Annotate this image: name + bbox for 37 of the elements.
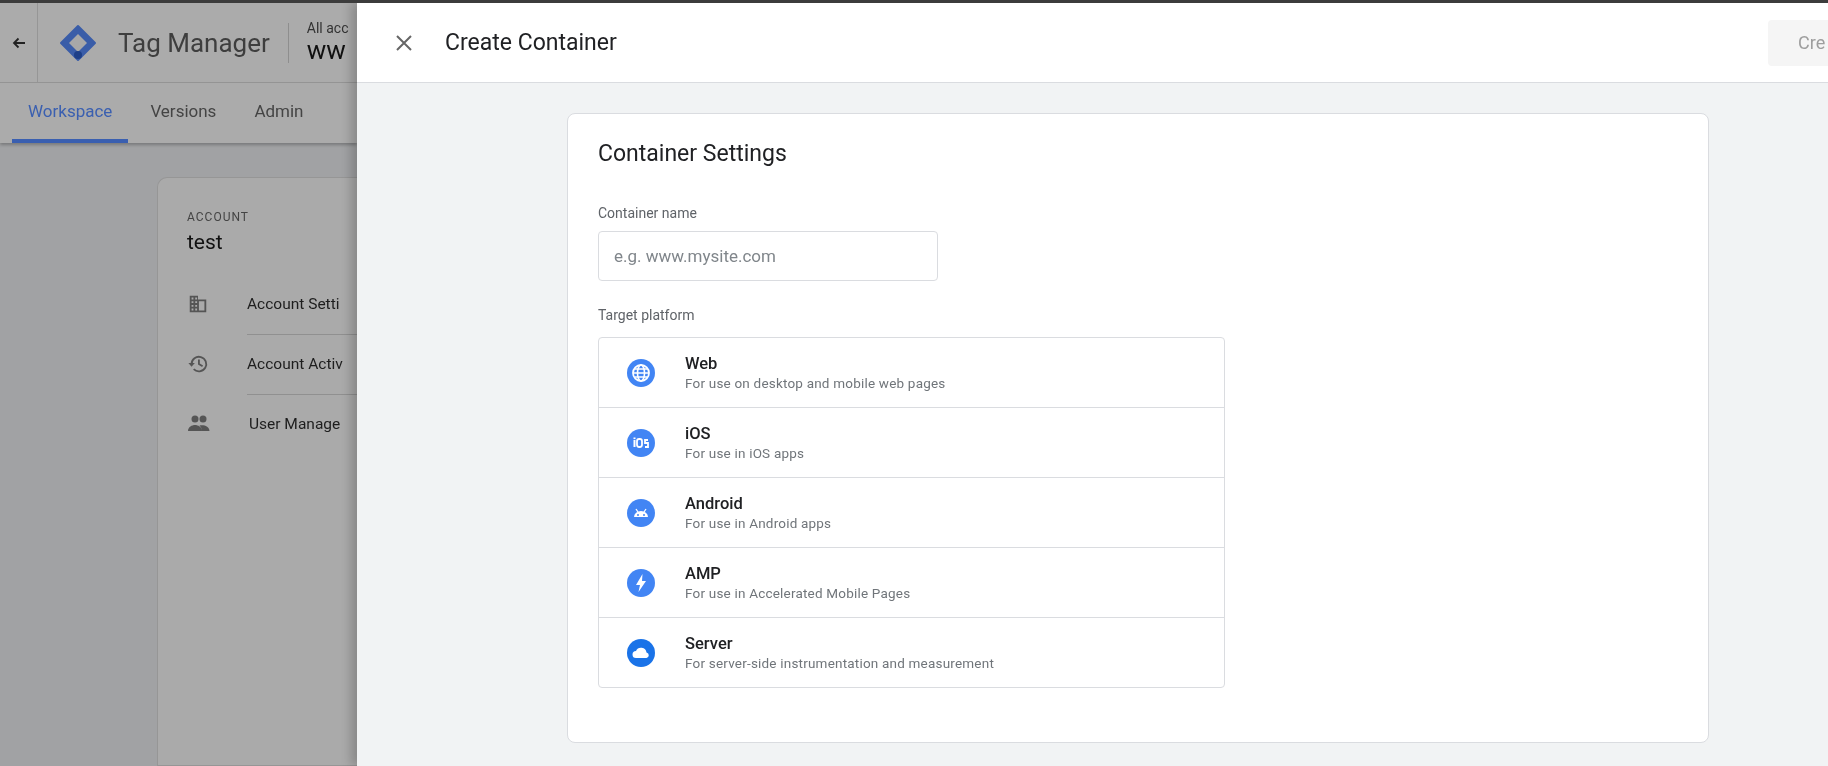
platform-option[interactable]: Server For server-side instrumentation and measurement [599,618,1224,687]
platform-description: For use in iOS apps [685,445,805,461]
platform-description: For use in Android apps [685,515,832,531]
app-icon [627,428,655,457]
platform-name: Server [685,634,734,653]
platform-option[interactable]: Android For use in Android apps [599,478,1224,548]
platform-option[interactable]: Web For use on desktop and mobile web pages [599,338,1224,408]
account-caption: All acc [306,20,349,37]
field-label: Container name [598,205,697,221]
card-title: Container Settings [598,140,787,167]
platform-description: For use on desktop and mobile web pages [685,375,946,391]
platform-name: iOS [685,424,712,443]
account-menu-item[interactable]: User Manage [249,394,357,454]
platform-description: For use in Accelerated Mobile Pages [685,585,911,601]
history-icon [187,353,209,375]
platform-option[interactable]: AMP For use in Accelerated Mobile Pages [599,548,1224,618]
platform-description: For server-side instrumentation and measurement [685,655,994,671]
cloud-icon [627,638,655,667]
app-title: Tag Manager [118,27,270,58]
android-icon [627,498,655,527]
platform-option[interactable]: iOS For use in iOS apps [599,408,1224,478]
account-name: test [187,230,224,254]
container-name: ww [306,36,347,65]
container-name-field[interactable]: e.g. www.mysite.com [598,231,938,281]
account-caption-label: ACCOUNT [187,210,250,224]
platform-name: AMP [685,564,722,583]
platform-name: Web [685,354,719,373]
panel-title: Create Container [445,29,617,56]
close-icon [395,33,413,52]
logo-icon [58,22,98,63]
field-label: Target platform [598,307,695,323]
nav-tab[interactable]: Admin [238,83,320,143]
platform-name: Android [685,494,744,513]
nav-tab[interactable]: Versions [134,83,233,143]
building-icon [187,293,209,315]
lightning-icon [627,568,655,597]
globe-icon [627,358,655,387]
